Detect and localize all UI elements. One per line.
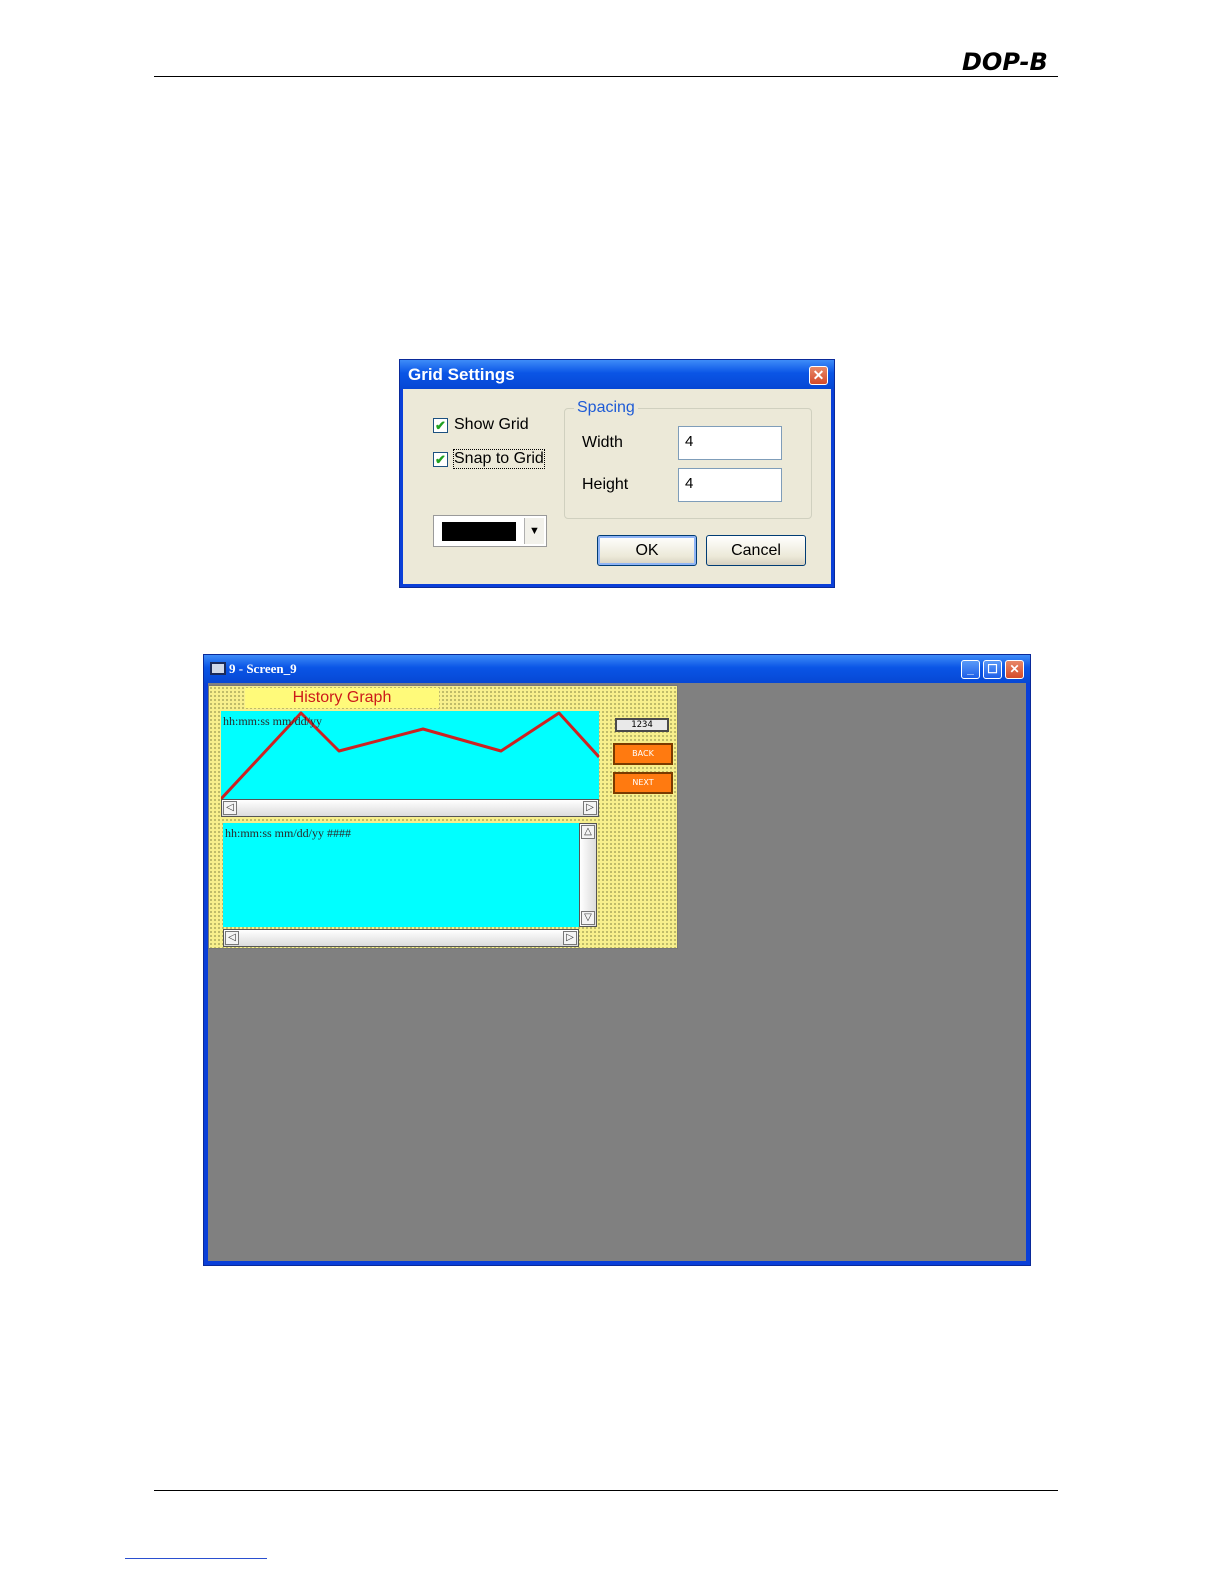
show-grid-option[interactable]: ✔ Show Grid xyxy=(433,414,529,436)
maximize-icon[interactable]: ☐ xyxy=(983,660,1002,679)
list-time-format: hh:mm:ss mm/dd/yy #### xyxy=(225,826,352,840)
numeric-display[interactable]: 1234 xyxy=(615,718,669,732)
dialog-titlebar[interactable]: Grid Settings ✕ xyxy=(400,360,834,389)
scroll-down-icon[interactable]: ▽ xyxy=(581,911,595,925)
trend-horizontal-scrollbar[interactable]: ◁ ▷ xyxy=(221,799,599,817)
minimize-icon[interactable]: _ xyxy=(961,660,980,679)
grid-settings-dialog: Grid Settings ✕ ✔ Show Grid ✔ Snap to Gr… xyxy=(399,359,835,588)
footer-link-underline xyxy=(125,1558,267,1559)
trend-time-format: hh:mm:ss mm/dd/yy xyxy=(223,714,323,728)
list-vertical-scrollbar[interactable]: △ ▽ xyxy=(579,823,597,927)
ok-button[interactable]: OK xyxy=(597,535,697,566)
header-rule xyxy=(154,76,1058,77)
snap-to-grid-label: Snap to Grid xyxy=(453,449,545,469)
snap-to-grid-checkbox[interactable]: ✔ xyxy=(433,451,448,467)
snap-to-grid-option[interactable]: ✔ Snap to Grid xyxy=(433,448,545,470)
show-grid-checkbox[interactable]: ✔ xyxy=(433,417,448,433)
history-data-list[interactable]: hh:mm:ss mm/dd/yy #### xyxy=(223,823,579,927)
spacing-group-title: Spacing xyxy=(574,399,638,417)
window-title: 9 - Screen_9 xyxy=(229,661,297,676)
back-button[interactable]: BACK xyxy=(613,743,673,765)
history-graph-title[interactable]: History Graph xyxy=(245,688,439,708)
screen-window: 9 - Screen_9 _ ☐ ✕ History Graph hh:mm:s… xyxy=(203,654,1031,1266)
footer-rule xyxy=(154,1490,1058,1491)
grid-color-picker[interactable]: ▼ xyxy=(433,515,547,547)
scroll-left-icon[interactable]: ◁ xyxy=(225,931,239,945)
brand-logo: DOP-B xyxy=(962,48,1048,76)
hmi-screen-canvas[interactable]: History Graph hh:mm:ss mm/dd/yy ◁ ▷ hh:m… xyxy=(208,685,678,949)
height-input[interactable]: 4 xyxy=(678,468,782,502)
monitor-icon xyxy=(210,662,226,675)
scroll-right-icon[interactable]: ▷ xyxy=(563,931,577,945)
next-button[interactable]: NEXT xyxy=(613,772,673,794)
dialog-body: ✔ Show Grid ✔ Snap to Grid ▼ Spacing Wid… xyxy=(403,389,831,584)
scroll-right-icon[interactable]: ▷ xyxy=(583,801,597,815)
show-grid-label: Show Grid xyxy=(454,416,529,433)
width-label: Width xyxy=(582,434,623,451)
spacing-groupbox xyxy=(564,408,812,519)
close-icon[interactable]: ✕ xyxy=(1005,660,1024,679)
history-trend-graph[interactable]: hh:mm:ss mm/dd/yy xyxy=(221,711,599,801)
height-label: Height xyxy=(582,476,629,493)
color-swatch xyxy=(442,522,516,541)
cancel-button[interactable]: Cancel xyxy=(706,535,806,566)
workspace: History Graph hh:mm:ss mm/dd/yy ◁ ▷ hh:m… xyxy=(208,683,1026,1261)
dialog-title: Grid Settings xyxy=(408,365,515,384)
window-titlebar[interactable]: 9 - Screen_9 _ ☐ ✕ xyxy=(204,655,1030,683)
chevron-down-icon[interactable]: ▼ xyxy=(524,518,544,544)
close-icon[interactable]: ✕ xyxy=(809,366,828,385)
scroll-up-icon[interactable]: △ xyxy=(581,825,595,839)
list-horizontal-scrollbar[interactable]: ◁ ▷ xyxy=(223,929,579,947)
width-input[interactable]: 4 xyxy=(678,426,782,460)
scroll-left-icon[interactable]: ◁ xyxy=(223,801,237,815)
